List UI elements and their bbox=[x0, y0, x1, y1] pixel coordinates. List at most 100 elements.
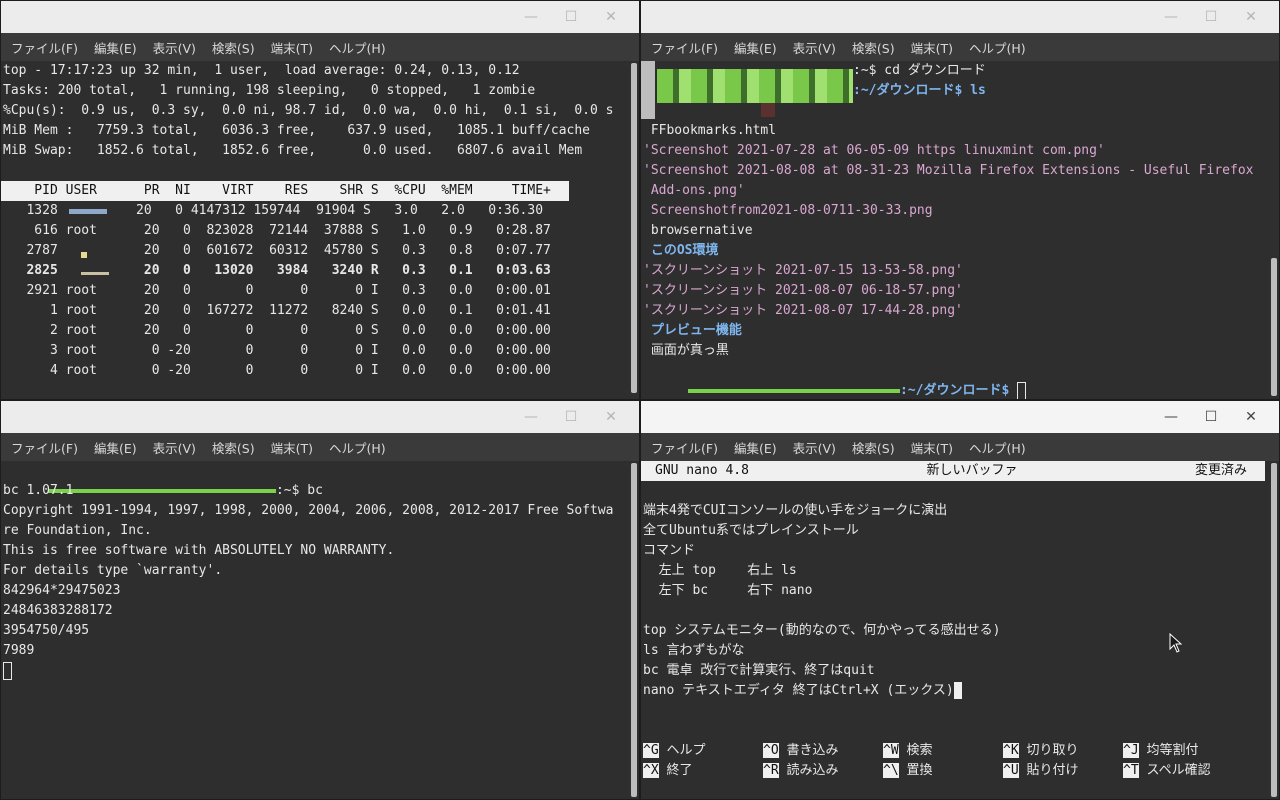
menu-file[interactable]: ファイル(F) bbox=[11, 38, 78, 57]
output-line: 24846383288172 bbox=[3, 603, 113, 618]
scrollbar-thumb[interactable] bbox=[1271, 258, 1277, 396]
top-summary-line: MiB Swap: 1852.6 total, 1852.6 free, 0.0… bbox=[3, 143, 583, 158]
menu-help[interactable]: ヘルプ(H) bbox=[969, 38, 1026, 57]
menu-terminal[interactable]: 端末(T) bbox=[271, 438, 313, 457]
scrollbar-thumb[interactable] bbox=[1271, 463, 1277, 797]
nano-editor[interactable]: GNU nano 4.8 新しいバッファ 変更済み 端末4発でCUIコンソールの… bbox=[641, 461, 1269, 799]
titlebar[interactable]: — ☐ ✕ bbox=[1, 401, 639, 433]
file-entry[interactable]: 'Screenshot 2021-08-08 at 08-31-23 Mozil… bbox=[641, 161, 1269, 181]
shortcut-help[interactable]: ^G ヘルプ bbox=[641, 741, 761, 761]
shortcut-justify[interactable]: ^J 均等割付 bbox=[1121, 741, 1241, 761]
directory-entry[interactable]: プレビュー機能 bbox=[641, 321, 1269, 341]
file-entry[interactable]: Add-ons.png' bbox=[641, 181, 1269, 201]
menu-help[interactable]: ヘルプ(H) bbox=[329, 38, 386, 57]
shortcut-key: ^J bbox=[1123, 743, 1139, 758]
menu-search[interactable]: 検索(S) bbox=[852, 38, 895, 57]
maximize-icon[interactable]: ☐ bbox=[1191, 407, 1231, 427]
menu-file[interactable]: ファイル(F) bbox=[11, 438, 78, 457]
menubar: ファイル(F) 編集(E) 表示(V) 検索(S) 端末(T) ヘルプ(H) bbox=[1, 433, 639, 461]
file-entry[interactable]: 'スクリーンショット 2021-07-15 13-53-58.png' bbox=[641, 261, 1269, 281]
terminal-output[interactable]: top - 17:17:23 up 32 min, 1 user, load a… bbox=[1, 61, 629, 399]
file-entry[interactable]: 'スクリーンショット 2021-08-07 06-18-57.png' bbox=[641, 281, 1269, 301]
menu-edit[interactable]: 編集(E) bbox=[94, 438, 137, 457]
menu-edit[interactable]: 編集(E) bbox=[734, 38, 777, 57]
menu-view[interactable]: 表示(V) bbox=[153, 38, 196, 57]
maximize-icon[interactable]: ☐ bbox=[1191, 7, 1231, 27]
titlebar[interactable]: — ☐ ✕ bbox=[641, 401, 1279, 433]
terminal-output[interactable]: :~$ bc bc 1.07.1 Copyright 1991-1994, 19… bbox=[1, 461, 629, 799]
maximize-icon[interactable]: ☐ bbox=[551, 407, 591, 427]
file-entry[interactable]: Screenshotfrom2021-08-0711-30-33.png bbox=[641, 201, 1269, 221]
terminal-window-bc[interactable]: — ☐ ✕ ファイル(F) 編集(E) 表示(V) 検索(S) 端末(T) ヘル… bbox=[0, 400, 640, 800]
terminal-output[interactable]: :~$ cd ダウンロード :~/ダウンロード$ ls FFbookmarks.… bbox=[641, 61, 1269, 399]
menu-view[interactable]: 表示(V) bbox=[153, 438, 196, 457]
menu-terminal[interactable]: 端末(T) bbox=[911, 438, 953, 457]
text-line: 端末4発でCUIコンソールの使い手をジョークに演出 bbox=[643, 503, 948, 518]
scrollbar[interactable] bbox=[1271, 463, 1277, 797]
modified-status: 変更済み bbox=[1194, 463, 1247, 478]
prompt-path: :~/ダウンロード$ bbox=[899, 383, 1018, 398]
menu-edit[interactable]: 編集(E) bbox=[94, 38, 137, 57]
menu-view[interactable]: 表示(V) bbox=[793, 38, 836, 57]
file-entry[interactable]: FFbookmarks.html bbox=[641, 121, 1269, 141]
shortcut-replace[interactable]: ^\ 置換 bbox=[881, 761, 1001, 781]
maximize-icon[interactable]: ☐ bbox=[551, 7, 591, 27]
shortcut-key: ^K bbox=[1003, 743, 1019, 758]
scrollbar-thumb[interactable] bbox=[631, 63, 637, 393]
shortcut-paste[interactable]: ^U 貼り付け bbox=[1001, 761, 1121, 781]
process-row: 3 root 0 -20 0 0 0 I 0.0 0.0 0:00.00 bbox=[3, 343, 551, 358]
process-row: 2787 20 0 601672 60312 45780 S 0.3 0.8 0… bbox=[3, 243, 551, 258]
menu-search[interactable]: 検索(S) bbox=[212, 38, 255, 57]
file-entry[interactable]: 画面が真っ黒 bbox=[641, 341, 1269, 361]
minimize-icon[interactable]: — bbox=[511, 7, 551, 27]
menu-edit[interactable]: 編集(E) bbox=[734, 438, 777, 457]
output-line: Copyright 1991-1994, 1997, 1998, 2000, 2… bbox=[3, 503, 614, 518]
shortcut-label: 切り取り bbox=[1018, 743, 1079, 758]
shortcut-spell[interactable]: ^T スペル確認 bbox=[1121, 761, 1241, 781]
file-entry[interactable]: 'スクリーンショット 2021-08-07 17-44-28.png' bbox=[641, 301, 1269, 321]
scrollbar[interactable] bbox=[631, 463, 637, 797]
titlebar[interactable]: — ☐ ✕ bbox=[1, 1, 639, 33]
prompt-line: :~/ダウンロード$ bbox=[641, 361, 1269, 399]
text-line: bc 電卓 改行で計算実行、終了はquit bbox=[643, 663, 875, 678]
menubar: ファイル(F) 編集(E) 表示(V) 検索(S) 端末(T) ヘルプ(H) bbox=[641, 33, 1279, 61]
directory-entry[interactable]: このOS環境 bbox=[641, 241, 1269, 261]
close-icon[interactable]: ✕ bbox=[591, 7, 631, 27]
menu-terminal[interactable]: 端末(T) bbox=[271, 38, 313, 57]
titlebar[interactable]: — ☐ ✕ bbox=[641, 1, 1279, 33]
nano-text-area[interactable]: 端末4発でCUIコンソールの使い手をジョークに演出 全てUbuntu系ではプレイ… bbox=[641, 481, 1269, 701]
menu-file[interactable]: ファイル(F) bbox=[651, 438, 718, 457]
menu-help[interactable]: ヘルプ(H) bbox=[329, 438, 386, 457]
shortcut-read-file[interactable]: ^R 読み込み bbox=[761, 761, 881, 781]
menu-search[interactable]: 検索(S) bbox=[852, 438, 895, 457]
menu-file[interactable]: ファイル(F) bbox=[651, 38, 718, 57]
shortcut-where-is[interactable]: ^W 検索 bbox=[881, 741, 1001, 761]
close-icon[interactable]: ✕ bbox=[1231, 7, 1271, 27]
terminal-window-top[interactable]: — ☐ ✕ ファイル(F) 編集(E) 表示(V) 検索(S) 端末(T) ヘル… bbox=[0, 0, 640, 400]
file-entry[interactable]: 'Screenshot 2021-07-28 at 06-05-09 https… bbox=[641, 141, 1269, 161]
close-icon[interactable]: ✕ bbox=[1231, 407, 1271, 427]
terminal-window-ls[interactable]: — ☐ ✕ ファイル(F) 編集(E) 表示(V) 検索(S) 端末(T) ヘル… bbox=[640, 0, 1280, 400]
terminal-window-nano[interactable]: — ☐ ✕ ファイル(F) 編集(E) 表示(V) 検索(S) 端末(T) ヘル… bbox=[640, 400, 1280, 800]
menu-view[interactable]: 表示(V) bbox=[793, 438, 836, 457]
blurred-username bbox=[81, 252, 87, 258]
scrollbar[interactable] bbox=[1271, 63, 1277, 396]
scrollbar-thumb[interactable] bbox=[631, 463, 637, 797]
menu-terminal[interactable]: 端末(T) bbox=[911, 38, 953, 57]
shortcut-exit[interactable]: ^X 終了 bbox=[641, 761, 761, 781]
process-row: 4 root 0 -20 0 0 0 I 0.0 0.0 0:00.00 bbox=[3, 363, 551, 378]
shortcut-label: 終了 bbox=[658, 763, 693, 778]
menu-search[interactable]: 検索(S) bbox=[212, 438, 255, 457]
input-line[interactable] bbox=[1, 661, 629, 681]
menu-help[interactable]: ヘルプ(H) bbox=[969, 438, 1026, 457]
shortcut-cut[interactable]: ^K 切り取り bbox=[1001, 741, 1121, 761]
top-summary-line: MiB Mem : 7759.3 total, 6036.3 free, 637… bbox=[3, 123, 590, 138]
minimize-icon[interactable]: — bbox=[1151, 7, 1191, 27]
minimize-icon[interactable]: — bbox=[1151, 407, 1191, 427]
scrollbar[interactable] bbox=[631, 63, 637, 395]
minimize-icon[interactable]: — bbox=[511, 407, 551, 427]
shortcut-key: ^W bbox=[883, 743, 899, 758]
shortcut-write-out[interactable]: ^O 書き込み bbox=[761, 741, 881, 761]
close-icon[interactable]: ✕ bbox=[591, 407, 631, 427]
file-entry[interactable]: browsernative bbox=[641, 221, 1269, 241]
